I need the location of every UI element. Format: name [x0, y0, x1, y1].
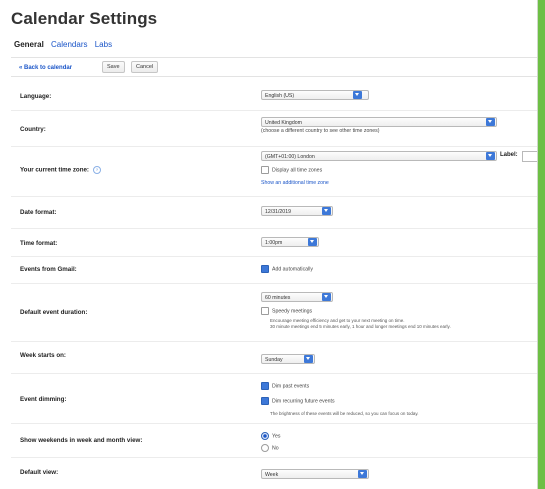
country-hint: (choose a different country to see other…	[261, 128, 380, 134]
week-start-select[interactable]: Sunday	[261, 354, 315, 364]
display-all-timezones-option[interactable]: Display all time zones	[261, 166, 322, 174]
settings-tabs: General Calendars Labs	[14, 40, 117, 49]
tab-labs[interactable]: Labs	[95, 40, 112, 49]
default-view-row: Default view: Week	[11, 457, 537, 489]
save-button[interactable]: Save	[102, 61, 125, 73]
weekends-no-option[interactable]: No	[261, 444, 279, 452]
back-to-calendar-link[interactable]: « Back to calendar	[19, 65, 72, 71]
display-all-timezones-text: Display all time zones	[272, 167, 323, 174]
additional-timezone-link[interactable]: Show an additional time zone	[261, 180, 329, 186]
date-format-label: Date format:	[20, 209, 57, 216]
dim-past-events-option[interactable]: Dim past events	[261, 382, 309, 390]
time-format-select[interactable]: 1:00pm	[261, 237, 319, 247]
dropdown-arrow-icon	[353, 91, 362, 99]
radio-selected-icon	[261, 432, 269, 440]
timezone-value: (GMT+01:00) London	[265, 154, 315, 160]
tab-calendars[interactable]: Calendars	[51, 40, 87, 49]
action-bar: « Back to calendar Save Cancel	[11, 57, 537, 77]
speedy-meetings-description: Encourage meeting efficiency and get to …	[270, 318, 405, 323]
weekends-yes-option[interactable]: Yes	[261, 432, 280, 440]
dropdown-arrow-icon	[322, 207, 331, 215]
timezone-label-field-label: Label:	[500, 152, 518, 158]
language-select[interactable]: English (US)	[261, 90, 369, 100]
timezone-label: Your current time zone:?	[20, 166, 101, 174]
radio-icon	[261, 444, 269, 452]
language-row: Language: English (US)	[11, 80, 537, 111]
default-view-label: Default view:	[20, 469, 59, 476]
page-title: Calendar Settings	[11, 9, 158, 28]
dropdown-arrow-icon	[308, 238, 317, 246]
settings-page: Calendar Settings General Calendars Labs…	[0, 0, 538, 489]
date-format-select[interactable]: 12/31/2019	[261, 206, 333, 216]
event-dimming-label: Event dimming:	[20, 396, 67, 403]
show-weekends-label: Show weekends in week and month view:	[20, 437, 143, 444]
event-dimming-row: Event dimming: Dim past events Dim recur…	[11, 373, 537, 424]
dropdown-arrow-icon	[322, 293, 331, 301]
week-start-value: Sunday	[265, 357, 283, 363]
country-row: Country: United Kingdom (choose a differ…	[11, 110, 537, 147]
timezone-label-text: Your current time zone:	[20, 166, 89, 174]
checkbox-checked-icon	[261, 382, 269, 390]
week-starts-on-row: Week starts on: Sunday	[11, 341, 537, 374]
weekends-no-text: No	[272, 445, 279, 452]
checkbox-checked-icon	[261, 265, 269, 273]
help-icon[interactable]: ?	[93, 166, 101, 174]
dropdown-arrow-icon	[304, 355, 313, 363]
speedy-meetings-description-2: 30 minute meetings end 5 minutes early, …	[270, 324, 451, 329]
dropdown-arrow-icon	[358, 470, 367, 478]
dropdown-arrow-icon	[486, 118, 495, 126]
dimming-note: The brightness of these events will be r…	[270, 411, 419, 416]
timezone-row: Your current time zone:? (GMT+01:00) Lon…	[11, 146, 537, 197]
date-format-value: 12/31/2019	[265, 209, 291, 215]
add-automatically-option[interactable]: Add automatically	[261, 265, 313, 273]
tab-general[interactable]: General	[14, 40, 44, 49]
speedy-meetings-option[interactable]: Speedy meetings	[261, 307, 312, 315]
event-duration-select[interactable]: 60 minutes	[261, 292, 333, 302]
time-format-row: Time format: 1:00pm	[11, 228, 537, 257]
date-format-row: Date format: 12/31/2019	[11, 196, 537, 229]
show-weekends-row: Show weekends in week and month view: Ye…	[11, 423, 537, 458]
checkbox-icon	[261, 307, 269, 315]
default-view-select[interactable]: Week	[261, 469, 369, 479]
cancel-button[interactable]: Cancel	[131, 61, 159, 73]
dropdown-arrow-icon	[486, 152, 495, 160]
language-label: Language:	[20, 93, 52, 100]
country-value: United Kingdom	[265, 120, 302, 126]
country-select[interactable]: United Kingdom	[261, 117, 497, 127]
checkbox-icon	[261, 166, 269, 174]
week-starts-on-label: Week starts on:	[20, 352, 66, 359]
default-event-duration-row: Default event duration: 60 minutes Speed…	[11, 283, 537, 342]
dim-past-events-text: Dim past events	[272, 383, 310, 390]
weekends-yes-text: Yes	[272, 433, 281, 440]
time-format-value: 1:00pm	[265, 240, 283, 246]
events-from-gmail-label: Events from Gmail:	[20, 266, 77, 273]
language-value: English (US)	[265, 93, 295, 99]
default-view-value: Week	[265, 472, 279, 478]
dim-recurring-events-option[interactable]: Dim recurring future events	[261, 397, 335, 405]
timezone-label-input[interactable]	[522, 151, 537, 162]
dim-recurring-events-text: Dim recurring future events	[272, 398, 335, 405]
country-label: Country:	[20, 126, 46, 133]
event-duration-value: 60 minutes	[265, 295, 291, 301]
default-event-duration-label: Default event duration:	[20, 309, 88, 316]
events-from-gmail-row: Events from Gmail: Add automatically	[11, 256, 537, 284]
speedy-meetings-text: Speedy meetings	[272, 308, 313, 315]
time-format-label: Time format:	[20, 240, 58, 247]
add-automatically-text: Add automatically	[272, 266, 313, 273]
timezone-select[interactable]: (GMT+01:00) London	[261, 151, 497, 161]
checkbox-checked-icon	[261, 397, 269, 405]
